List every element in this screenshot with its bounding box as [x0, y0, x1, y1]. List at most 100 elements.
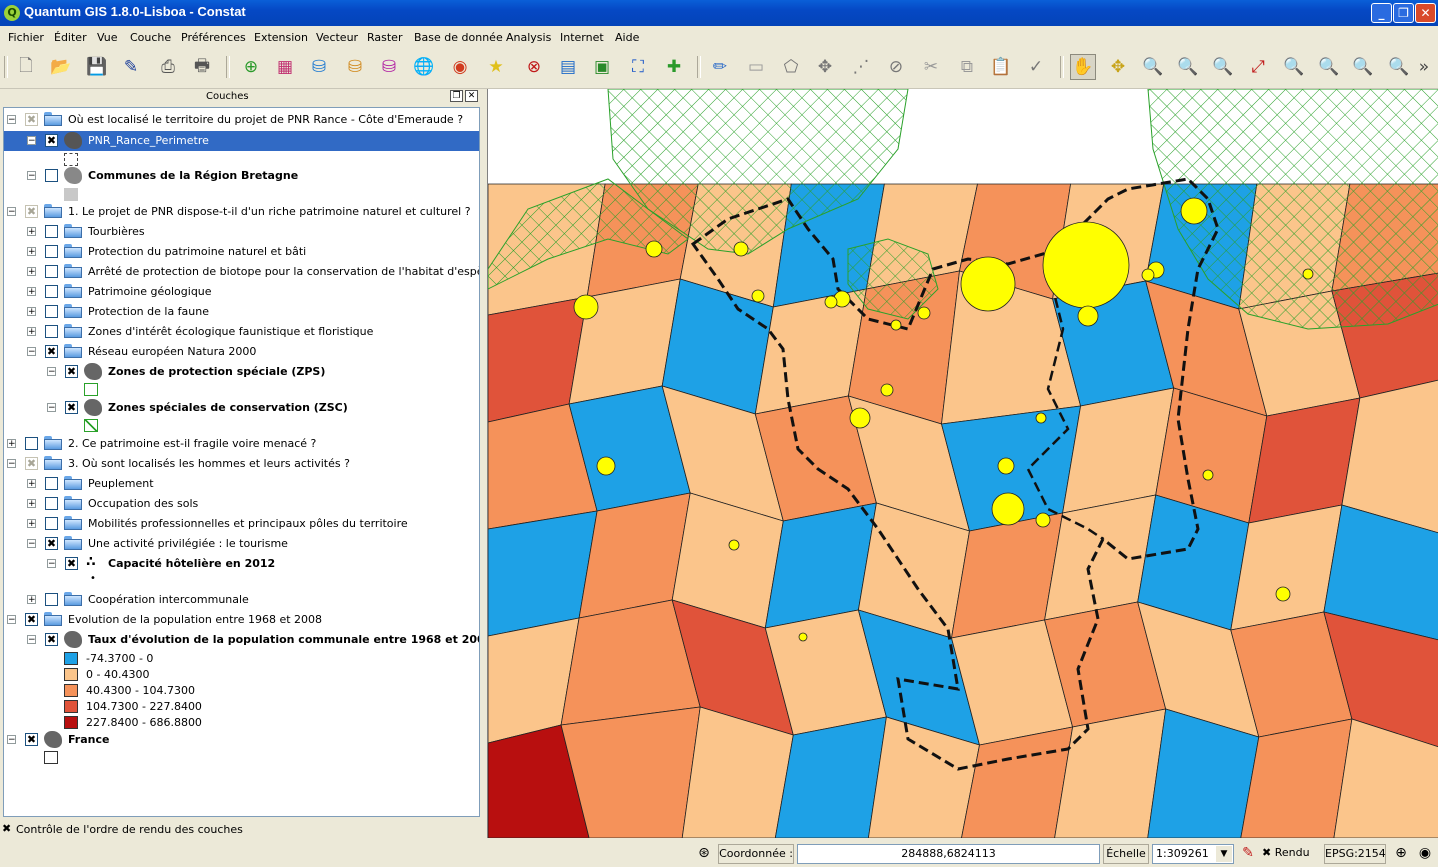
layer-subgroup-row[interactable]: − ✖ Une activité privilégiée : le touris… — [4, 534, 479, 554]
collapse-icon[interactable]: − — [7, 207, 16, 217]
menu-raster[interactable]: Raster — [367, 31, 402, 44]
layer-checkbox[interactable] — [45, 593, 58, 606]
collapse-icon[interactable]: − — [7, 459, 16, 469]
collapse-icon[interactable]: − — [47, 403, 56, 413]
layer-group-row[interactable]: − ✖ Evolution de la population entre 196… — [4, 610, 479, 630]
pan-map-icon[interactable]: ✋ — [1070, 54, 1096, 80]
projection-icon[interactable]: ⊕ — [1390, 844, 1412, 864]
add-feature-icon[interactable]: ⬠ — [778, 54, 804, 80]
move-feature-icon[interactable]: ✥ — [812, 54, 838, 80]
messages-icon[interactable]: ◉ — [1414, 844, 1436, 864]
add-wms-layer-icon[interactable]: 🌐 — [411, 54, 437, 80]
add-spatialite-layer-icon[interactable]: ⛁ — [342, 54, 368, 80]
zoom-to-selection-icon[interactable]: 🔍 — [1281, 54, 1307, 80]
close-panel-button[interactable]: ✕ — [465, 90, 478, 102]
add-gps-layer-icon[interactable]: ✚ — [661, 54, 687, 80]
chevron-down-icon[interactable]: ▼ — [1216, 846, 1232, 862]
layer-row[interactable]: − ✖ Taux d'évolution de la population co… — [4, 630, 479, 650]
render-order-checkbox[interactable]: ✖ — [2, 822, 11, 835]
copy-features-icon[interactable]: ⧉ — [954, 54, 980, 80]
expand-icon[interactable]: + — [27, 499, 36, 509]
add-mssql-layer-icon[interactable]: ⛁ — [376, 54, 402, 80]
add-delimited-text-icon[interactable]: ⛶ — [625, 54, 651, 80]
expand-icon[interactable]: + — [27, 327, 36, 337]
layer-group-row[interactable]: − ✖ Où est localisé le territoire du pro… — [4, 110, 479, 130]
layer-checkbox[interactable] — [45, 517, 58, 530]
zoom-to-layer-icon[interactable]: 🔍 — [1316, 54, 1342, 80]
cut-features-icon[interactable]: ✂ — [918, 54, 944, 80]
edit-attributes-icon[interactable]: ✓ — [1023, 54, 1049, 80]
layer-checkbox[interactable] — [45, 325, 58, 338]
layer-subgroup-row[interactable]: + Mobilités professionnelles et principa… — [4, 514, 479, 534]
collapse-icon[interactable]: − — [7, 115, 16, 125]
collapse-icon[interactable]: − — [27, 347, 36, 357]
expand-icon[interactable]: + — [7, 439, 16, 449]
new-shapefile-icon[interactable]: ▤ — [555, 54, 581, 80]
add-wcs-layer-icon[interactable]: ◉ — [447, 54, 473, 80]
menu-preferences[interactable]: Préférences — [181, 31, 246, 44]
delete-selected-icon[interactable]: ⊘ — [883, 54, 909, 80]
layer-subgroup-row[interactable]: + Peuplement — [4, 474, 479, 494]
float-panel-button[interactable]: ❐ — [450, 90, 463, 102]
add-vector-layer-icon[interactable]: ⊕ — [238, 54, 264, 80]
layer-subgroup-row[interactable]: − ✖ Réseau européen Natura 2000 — [4, 342, 479, 362]
menu-analysis[interactable]: Analysis — [506, 31, 551, 44]
layer-row[interactable]: − ✖ France — [4, 730, 479, 750]
expand-icon[interactable]: + — [27, 287, 36, 297]
menu-editer[interactable]: Éditer — [54, 31, 87, 44]
layer-row-selected[interactable]: − ✖ PNR_Rance_Perimetre — [4, 131, 479, 151]
layer-checkbox[interactable] — [45, 225, 58, 238]
layer-checkbox[interactable]: ✖ — [25, 205, 38, 218]
collapse-icon[interactable]: − — [7, 735, 16, 745]
new-spatialite-layer-icon[interactable]: ▣ — [589, 54, 615, 80]
menu-couche[interactable]: Couche — [130, 31, 171, 44]
add-raster-layer-icon[interactable]: ▦ — [272, 54, 298, 80]
new-project-icon[interactable]: 🗋 — [13, 54, 39, 80]
layer-checkbox[interactable] — [45, 169, 58, 182]
layer-checkbox[interactable]: ✖ — [25, 457, 38, 470]
toggle-editing-icon[interactable]: ✏ — [707, 54, 733, 80]
expand-icon[interactable]: + — [27, 595, 36, 605]
render-checkbox[interactable]: ✖ — [1262, 846, 1271, 859]
zoom-actual-size-icon[interactable]: 🔍 — [1210, 54, 1236, 80]
scale-combobox[interactable]: 1:309261 ▼ — [1152, 844, 1234, 864]
menu-vecteur[interactable]: Vecteur — [316, 31, 358, 44]
remove-layer-icon[interactable]: ⊗ — [521, 54, 547, 80]
layer-checkbox[interactable]: ✖ — [45, 633, 58, 646]
menu-base-de-donnee[interactable]: Base de donnée — [414, 31, 503, 44]
stop-render-icon[interactable]: ✎ — [1237, 844, 1259, 864]
layer-checkbox[interactable]: ✖ — [65, 557, 78, 570]
print-icon[interactable]: 🖶 — [189, 54, 215, 80]
layer-subgroup-row[interactable]: + Occupation des sols — [4, 494, 479, 514]
collapse-icon[interactable]: − — [27, 136, 36, 146]
layer-checkbox[interactable]: ✖ — [45, 537, 58, 550]
layer-subgroup-row[interactable]: + Coopération intercommunale — [4, 590, 479, 610]
layer-checkbox[interactable] — [45, 265, 58, 278]
maximize-button[interactable]: ❐ — [1393, 3, 1414, 23]
layer-subgroup-row[interactable]: + Arrêté de protection de biotope pour l… — [4, 262, 479, 282]
collapse-icon[interactable]: − — [7, 615, 16, 625]
layer-checkbox[interactable]: ✖ — [65, 365, 78, 378]
expand-icon[interactable]: + — [27, 519, 36, 529]
menu-aide[interactable]: Aide — [615, 31, 639, 44]
render-toggle[interactable]: ✖ Rendu — [1262, 844, 1320, 864]
layer-row[interactable]: − ✖ Zones spéciales de conservation (ZSC… — [4, 398, 479, 418]
layer-group-row[interactable]: − ✖ 3. Où sont localisés les hommes et l… — [4, 454, 479, 474]
open-project-icon[interactable]: 📂 — [48, 54, 74, 80]
layer-checkbox[interactable] — [45, 245, 58, 258]
map-svg[interactable] — [488, 89, 1438, 838]
crs-indicator[interactable]: EPSG:2154 — [1324, 844, 1386, 864]
mouse-position-icon[interactable]: ⊛ — [693, 844, 715, 864]
menu-fichier[interactable]: Fichier — [8, 31, 44, 44]
pan-to-selection-icon[interactable]: ✥ — [1105, 54, 1131, 80]
collapse-icon[interactable]: − — [27, 635, 36, 645]
collapse-icon[interactable]: − — [27, 171, 36, 181]
layer-checkbox[interactable]: ✖ — [25, 733, 38, 746]
paste-features-icon[interactable]: 📋 — [988, 54, 1014, 80]
layer-checkbox[interactable] — [45, 477, 58, 490]
layer-group-row[interactable]: + 2. Ce patrimoine est-il fragile voire … — [4, 434, 479, 454]
node-tool-icon[interactable]: ⋰ — [848, 54, 874, 80]
zoom-full-icon[interactable]: ⤢ — [1245, 54, 1271, 80]
collapse-icon[interactable]: − — [47, 559, 56, 569]
layer-checkbox[interactable]: ✖ — [25, 113, 38, 126]
